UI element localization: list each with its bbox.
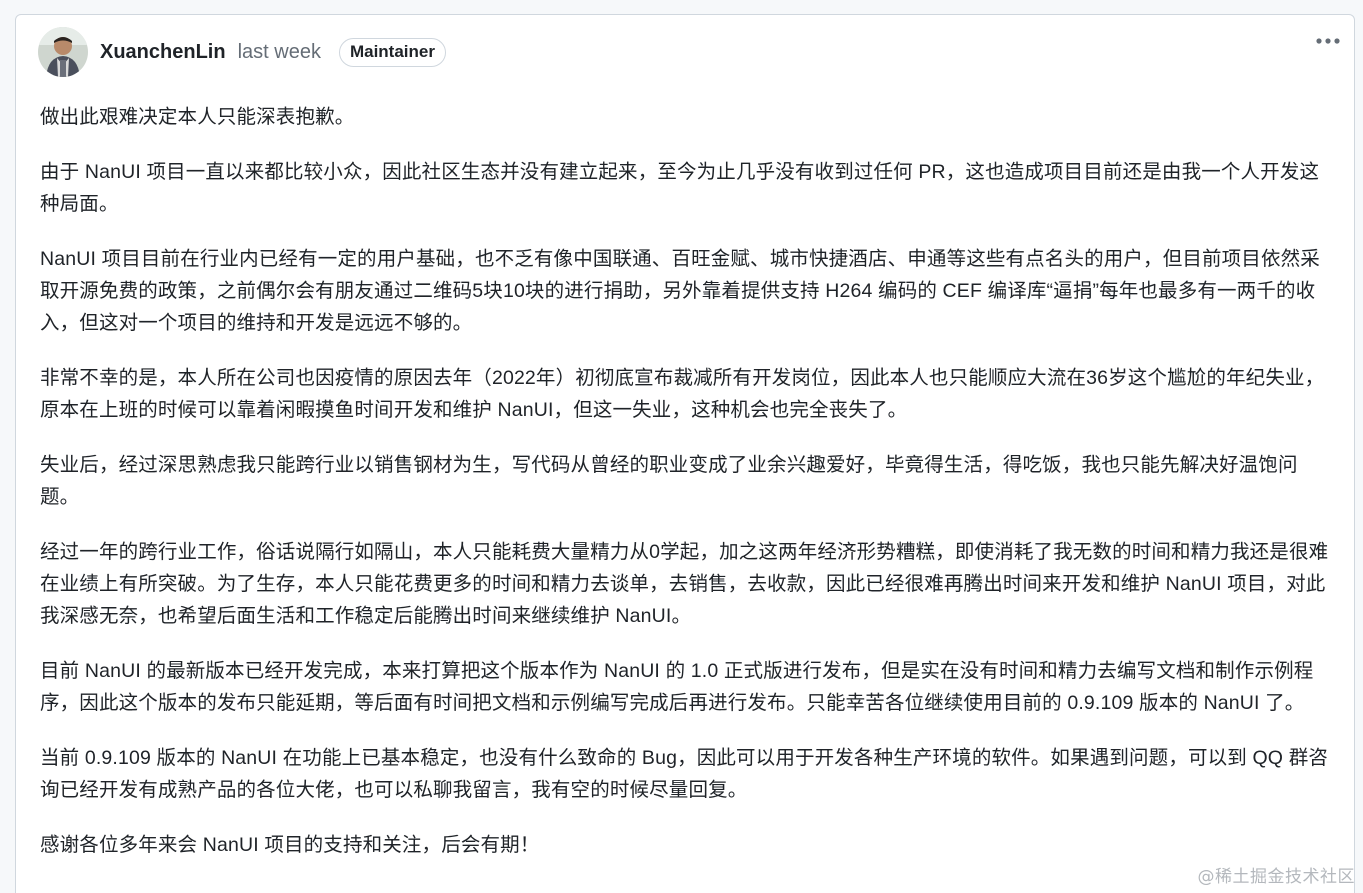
comment-paragraph: 由于 NanUI 项目一直以来都比较小众，因此社区生态并没有建立起来，至今为止几…	[40, 161, 1320, 215]
watermark: @稀土掘金技术社区	[1197, 867, 1355, 887]
comment-paragraph: 做出此艰难决定本人只能深表抱歉。	[40, 106, 355, 128]
author-name[interactable]: XuanchenLin	[100, 41, 226, 64]
avatar[interactable]	[38, 27, 88, 77]
kebab-horizontal-icon	[1316, 38, 1340, 44]
comment-paragraph: 感谢各位多年来会 NanUI 项目的支持和关注，后会有期！	[40, 834, 540, 856]
comment-body: 做出此艰难决定本人只能深表抱歉。 由于 NanUI 项目一直以来都比较小众，因此…	[40, 101, 1335, 884]
comment-options-button[interactable]	[1310, 27, 1346, 55]
comment-card: XuanchenLin last week Maintainer 做出此艰难决定…	[15, 14, 1355, 893]
comment-paragraph: 失业后，经过深思熟虑我只能跨行业以销售钢材为生，写代码从曾经的职业变成了业余兴趣…	[40, 454, 1298, 508]
comment-paragraph: 非常不幸的是，本人所在公司也因疫情的原因去年（2022年）初彻底宣布裁减所有开发…	[40, 367, 1325, 421]
comment-paragraph: 当前 0.9.109 版本的 NanUI 在功能上已基本稳定，也没有什么致命的 …	[40, 747, 1328, 801]
avatar-image	[38, 27, 88, 77]
comment-paragraph: NanUI 项目目前在行业内已经有一定的用户基础，也不乏有像中国联通、百旺金赋、…	[40, 248, 1320, 334]
maintainer-badge: Maintainer	[338, 37, 446, 67]
comment-header: XuanchenLin last week Maintainer	[38, 26, 1332, 78]
comment-paragraph: 目前 NanUI 的最新版本已经开发完成，本来打算把这个版本作为 NanUI 的…	[40, 660, 1314, 714]
comment-timestamp[interactable]: last week	[238, 41, 321, 64]
comment-paragraph: 经过一年的跨行业工作，俗话说隔行如隔山，本人只能耗费大量精力从0学起，加之这两年…	[40, 541, 1329, 627]
